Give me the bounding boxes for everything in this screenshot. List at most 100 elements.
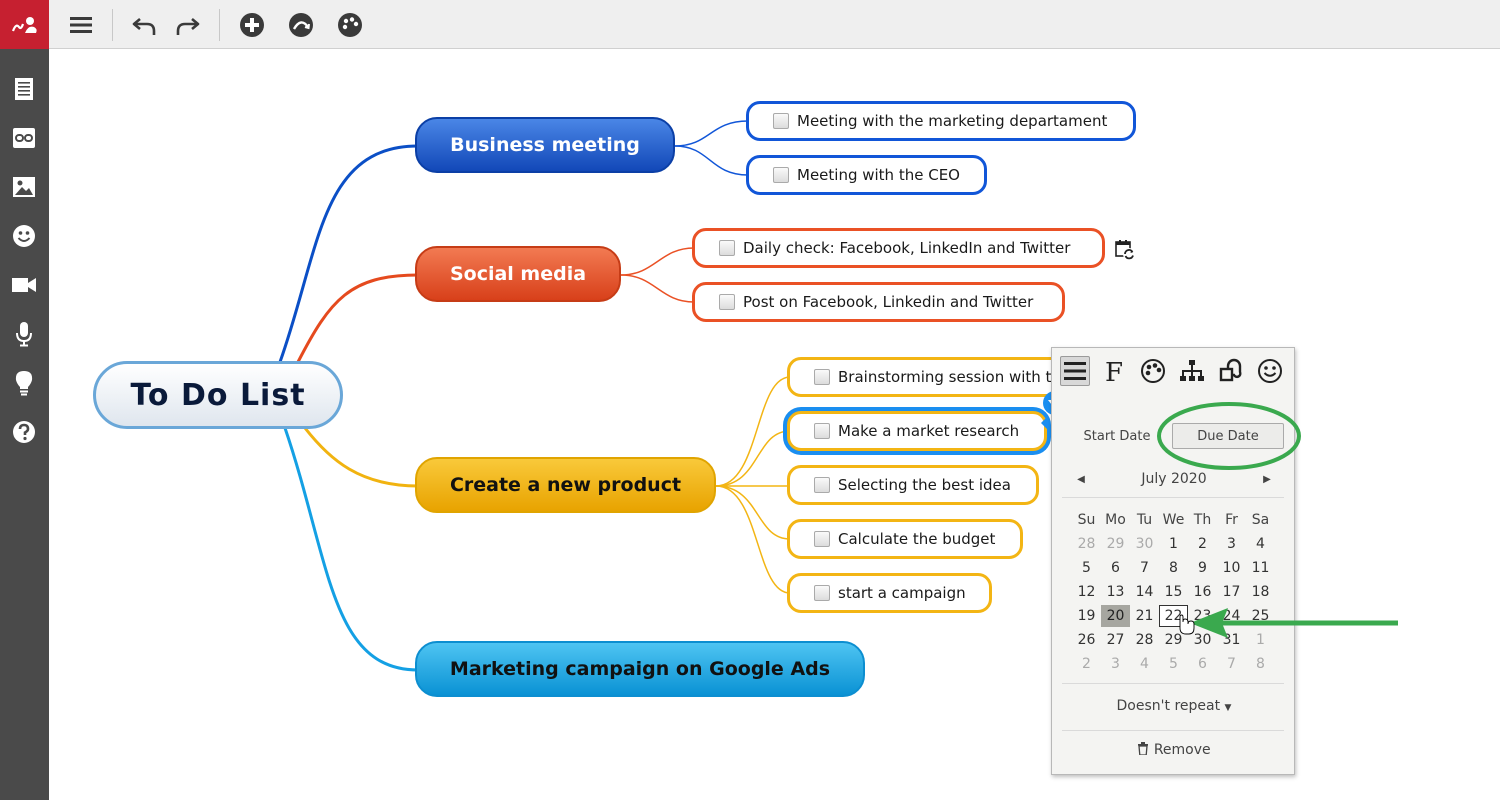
calendar-day[interactable]: 5 — [1159, 653, 1188, 675]
task-node[interactable]: Calculate the budget — [787, 519, 1023, 559]
calendar-day[interactable]: 6 — [1101, 557, 1130, 579]
divider — [1062, 683, 1284, 684]
calendar-week-row: 28 29 30 1 2 3 4 — [1072, 533, 1276, 557]
emoji-icon — [1258, 359, 1282, 383]
calendar-day[interactable]: 3 — [1217, 533, 1246, 555]
task-checkbox[interactable] — [814, 369, 830, 385]
calendar-day[interactable]: 29 — [1159, 629, 1188, 651]
calendar-day[interactable]: 31 — [1217, 629, 1246, 651]
task-label: Brainstorming session with t — [838, 368, 1052, 386]
calendar-day[interactable]: 21 — [1130, 605, 1159, 627]
structure-button[interactable] — [1177, 356, 1207, 386]
root-topic[interactable]: To Do List — [93, 361, 343, 429]
divider — [1062, 730, 1284, 731]
task-checkbox[interactable] — [719, 240, 735, 256]
calendar-day[interactable]: 7 — [1130, 557, 1159, 579]
weekday-label: Mo — [1105, 512, 1126, 528]
date-type-tabs: Start Date Due Date — [1062, 423, 1284, 449]
branch-marketing-campaign[interactable]: Marketing campaign on Google Ads — [415, 641, 865, 697]
color-palette-icon — [1141, 359, 1165, 383]
next-month-icon[interactable]: ▶ — [1260, 474, 1274, 485]
tab-due-date[interactable]: Due Date — [1172, 423, 1284, 449]
weekday-label: Tu — [1136, 512, 1153, 528]
branch-label: Create a new product — [449, 474, 682, 496]
branch-social-media[interactable]: Social media — [415, 246, 621, 302]
tab-start-date[interactable]: Start Date — [1062, 423, 1172, 449]
calendar-day[interactable]: 4 — [1246, 533, 1275, 555]
calendar-day[interactable]: 25 — [1246, 605, 1275, 627]
calendar-day[interactable]: 1 — [1246, 629, 1275, 651]
calendar-day-hovered[interactable]: 22 — [1159, 605, 1188, 627]
task-checkbox[interactable] — [773, 167, 789, 183]
calendar-day[interactable]: 28 — [1072, 533, 1101, 555]
task-node-selected[interactable]: Make a market research — [787, 411, 1047, 451]
calendar-day[interactable]: 11 — [1246, 557, 1275, 579]
calendar-day[interactable]: 8 — [1246, 653, 1275, 675]
color-button[interactable] — [1138, 356, 1168, 386]
weekday-label: Su — [1077, 512, 1096, 528]
calendar-day[interactable]: 9 — [1188, 557, 1217, 579]
task-checkbox[interactable] — [719, 294, 735, 310]
calendar-day[interactable]: 12 — [1072, 581, 1101, 603]
task-label: Daily check: Facebook, LinkedIn and Twit… — [743, 239, 1071, 257]
font-button[interactable]: F — [1099, 356, 1129, 386]
calendar-day[interactable]: 1 — [1159, 533, 1188, 555]
calendar-day[interactable]: 6 — [1188, 653, 1217, 675]
calendar-week-row: 12 13 14 15 16 17 18 — [1072, 581, 1276, 605]
remove-date-button[interactable]: Remove — [1052, 742, 1296, 758]
calendar-day[interactable]: 16 — [1188, 581, 1217, 603]
calendar-day[interactable]: 28 — [1130, 629, 1159, 651]
calendar-week-row: 26 27 28 29 30 31 1 — [1072, 629, 1276, 653]
calendar-day[interactable]: 2 — [1188, 533, 1217, 555]
calendar-grid: Su Mo Tu We Th Fr Sa 28 29 30 1 2 3 4 5 … — [1072, 509, 1276, 677]
task-checkbox[interactable] — [773, 113, 789, 129]
prev-month-icon[interactable]: ◀ — [1074, 474, 1088, 485]
task-node[interactable]: Selecting the best idea — [787, 465, 1039, 505]
task-label: start a campaign — [838, 584, 966, 602]
calendar-week-row: 19 20 21 22 23 24 25 — [1072, 605, 1276, 629]
task-node[interactable]: Meeting with the CEO — [746, 155, 987, 195]
task-checkbox[interactable] — [814, 531, 830, 547]
calendar-day[interactable]: 8 — [1159, 557, 1188, 579]
branch-business-meeting[interactable]: Business meeting — [415, 117, 675, 173]
task-node[interactable]: start a campaign — [787, 573, 992, 613]
calendar-day[interactable]: 10 — [1217, 557, 1246, 579]
emoji-button[interactable] — [1255, 356, 1285, 386]
task-node[interactable]: Daily check: Facebook, LinkedIn and Twit… — [692, 228, 1105, 268]
calendar-day[interactable]: 3 — [1101, 653, 1130, 675]
branch-label: Business meeting — [450, 134, 640, 156]
task-node[interactable]: Meeting with the marketing departament — [746, 101, 1136, 141]
calendar-day[interactable]: 18 — [1246, 581, 1275, 603]
repeat-dropdown[interactable]: Doesn't repeat ▼ — [1052, 698, 1296, 714]
calendar-day[interactable]: 5 — [1072, 557, 1101, 579]
calendar-day-today[interactable]: 20 — [1101, 605, 1130, 627]
calendar-day[interactable]: 15 — [1159, 581, 1188, 603]
branch-create-new-product[interactable]: Create a new product — [415, 457, 716, 513]
calendar-day[interactable]: 13 — [1101, 581, 1130, 603]
calendar-day[interactable]: 27 — [1101, 629, 1130, 651]
calendar-day[interactable]: 23 — [1188, 605, 1217, 627]
text-format-button[interactable] — [1060, 356, 1090, 386]
recurring-task-icon[interactable] — [1114, 239, 1136, 261]
root-topic-label: To Do List — [130, 377, 306, 413]
task-label: Meeting with the CEO — [797, 166, 960, 184]
calendar-day[interactable]: 4 — [1130, 653, 1159, 675]
calendar-day[interactable]: 29 — [1101, 533, 1130, 555]
calendar-day[interactable]: 14 — [1130, 581, 1159, 603]
divider — [1062, 497, 1284, 498]
calendar-day[interactable]: 24 — [1217, 605, 1246, 627]
calendar-day[interactable]: 7 — [1217, 653, 1246, 675]
calendar-day[interactable]: 17 — [1217, 581, 1246, 603]
task-checkbox[interactable] — [814, 423, 830, 439]
weekday-label: We — [1162, 512, 1185, 528]
calendar-day[interactable]: 2 — [1072, 653, 1101, 675]
svg-text:F: F — [1105, 358, 1123, 384]
calendar-day[interactable]: 19 — [1072, 605, 1101, 627]
calendar-day[interactable]: 30 — [1130, 533, 1159, 555]
calendar-day[interactable]: 26 — [1072, 629, 1101, 651]
calendar-day[interactable]: 30 — [1188, 629, 1217, 651]
task-checkbox[interactable] — [814, 477, 830, 493]
task-node[interactable]: Post on Facebook, Linkedin and Twitter — [692, 282, 1065, 322]
task-checkbox[interactable] — [814, 585, 830, 601]
shape-button[interactable] — [1216, 356, 1246, 386]
